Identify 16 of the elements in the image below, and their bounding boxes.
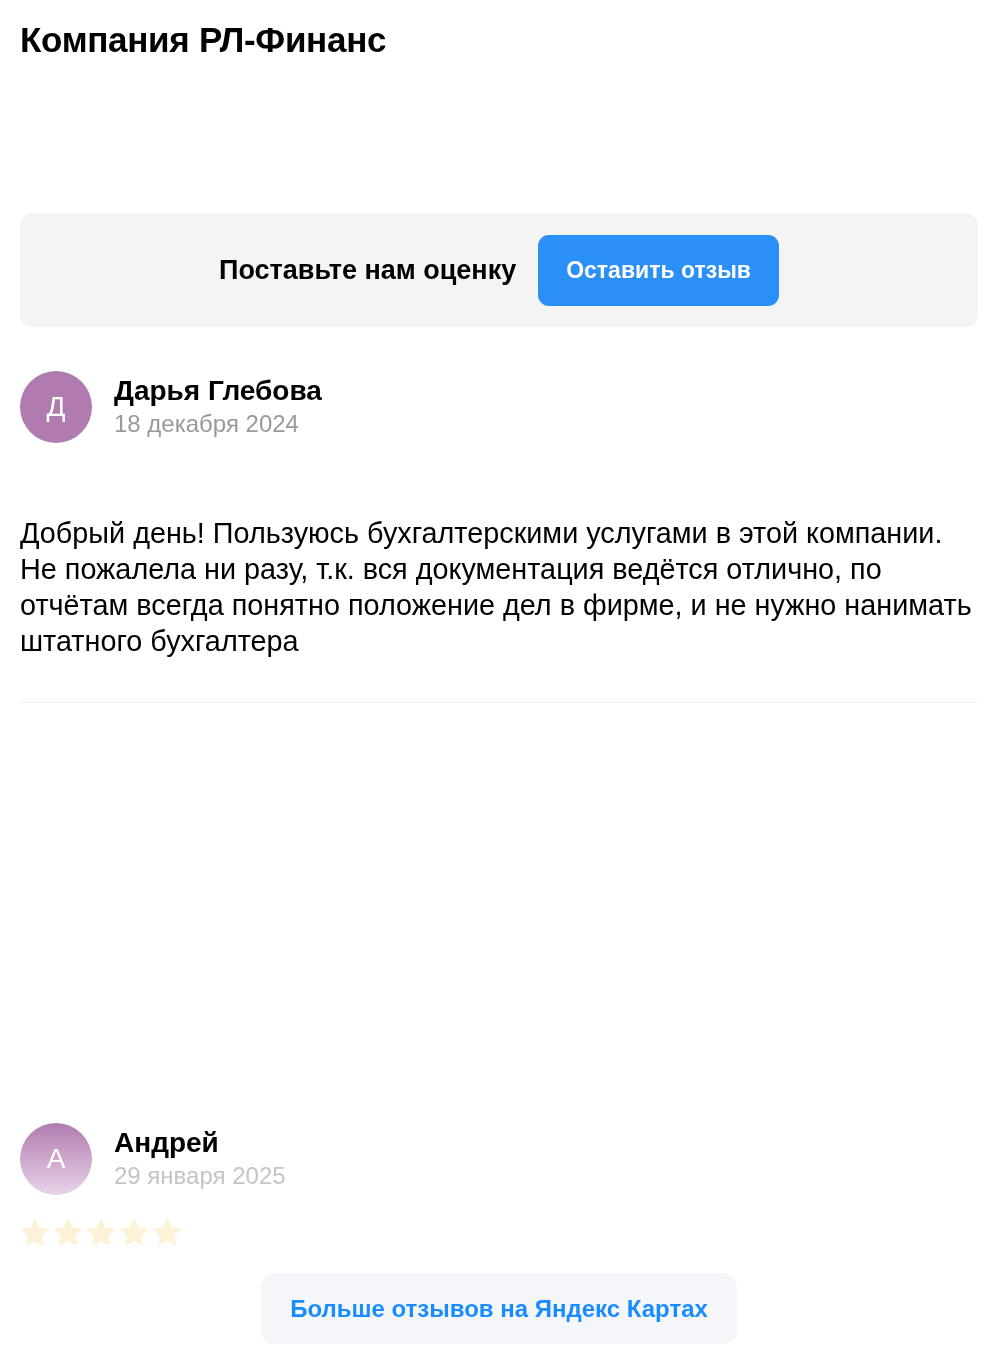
author-name: Дарья Глебова <box>114 374 322 408</box>
author-name: Андрей <box>114 1126 220 1160</box>
avatar: Д <box>20 371 92 443</box>
star-icon <box>86 1218 116 1246</box>
star-icon <box>53 1218 83 1246</box>
star-icon <box>119 1218 149 1246</box>
star-icon <box>20 1218 50 1246</box>
company-title: Компания РЛ-Финанс <box>20 20 388 60</box>
review-text: Добрый день! Пользуюсь бухгалтерскими услугами в этой компании. Не пожалела ни разу, т.к. вся документация ведётся отлично, по отчётам всегда понятно положение дел в фирме, и не нужно нанимать штатного бухгалтера <box>20 516 973 659</box>
star-icon <box>152 1218 182 1246</box>
review-date: 29 января 2025 <box>114 1161 286 1191</box>
leave-review-button[interactable]: Оставить отзыв <box>538 234 779 306</box>
avatar: А <box>20 1123 92 1195</box>
rating-prompt: Поставьте нам оценку <box>219 254 517 286</box>
more-reviews-button[interactable]: Больше отзывов на Яндекс Картах <box>261 1273 737 1344</box>
review-date: 18 декабря 2024 <box>114 409 300 439</box>
